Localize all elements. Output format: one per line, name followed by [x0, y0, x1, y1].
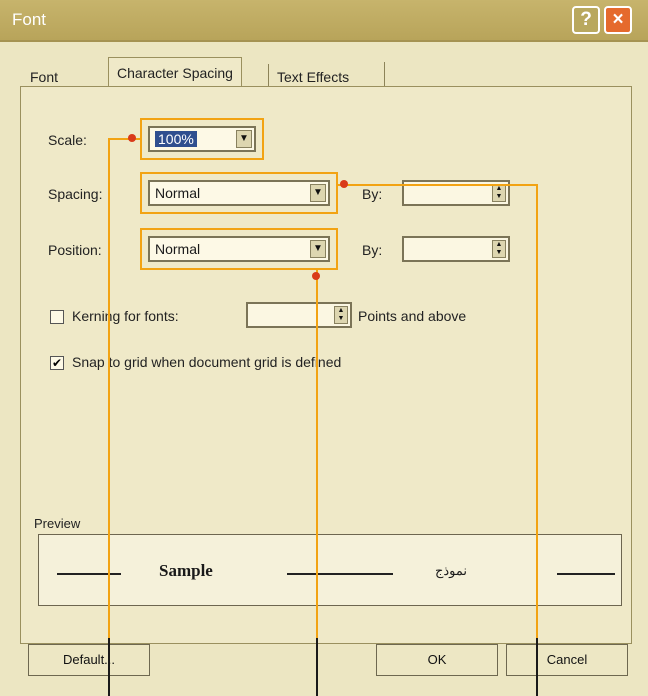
spin-down-icon[interactable]: ▼	[496, 249, 503, 256]
position-leader	[316, 270, 318, 638]
spacing-leader	[338, 184, 538, 186]
check-icon: ✔	[51, 356, 63, 370]
spin-up-icon[interactable]: ▲	[496, 185, 503, 192]
spacing-callout-dot	[340, 180, 348, 188]
kerning-suffix: Points and above	[358, 308, 467, 324]
close-button[interactable]: ×	[604, 6, 632, 34]
position-leader	[316, 638, 318, 696]
spin-down-icon[interactable]: ▼	[338, 315, 345, 322]
preview-underline	[557, 573, 615, 575]
snap-to-grid-label: Snap to grid when document grid is defin…	[72, 354, 342, 370]
scale-label: Scale:	[48, 132, 87, 148]
kerning-label: Kerning for fonts:	[72, 308, 179, 324]
default-button[interactable]: Default...	[28, 644, 150, 676]
ok-button[interactable]: OK	[376, 644, 498, 676]
spinner-icon[interactable]: ▲ ▼	[334, 306, 348, 324]
spin-down-icon[interactable]: ▼	[496, 193, 503, 200]
position-highlight	[140, 228, 338, 270]
preview-latin-sample: Sample	[159, 561, 213, 580]
cancel-button[interactable]: Cancel	[506, 644, 628, 676]
help-icon: ?	[580, 9, 592, 30]
tab-character-spacing[interactable]: Character Spacing	[108, 57, 242, 88]
spin-up-icon[interactable]: ▲	[496, 241, 503, 248]
scale-leader	[108, 138, 110, 638]
spinner-icon[interactable]: ▲ ▼	[492, 240, 506, 258]
position-by-label: By:	[362, 242, 383, 258]
preview-underline	[57, 573, 121, 575]
spacing-leader	[536, 184, 538, 638]
spacing-leader	[536, 638, 538, 696]
spacing-label: Spacing:	[48, 186, 103, 202]
spacing-by-label: By:	[362, 186, 383, 202]
close-icon: ×	[612, 9, 624, 30]
help-button[interactable]: ?	[572, 6, 600, 34]
position-by-stepper[interactable]: ▲ ▼	[402, 236, 510, 262]
preview-label: Preview	[34, 516, 81, 531]
dialog-title: Font	[12, 10, 47, 29]
spinner-icon[interactable]: ▲ ▼	[492, 184, 506, 202]
snap-to-grid-checkbox[interactable]: ✔	[50, 356, 64, 370]
spin-up-icon[interactable]: ▲	[338, 307, 345, 314]
title-bar: Font ? ×	[0, 0, 648, 42]
scale-highlight	[140, 118, 264, 160]
spacing-highlight	[140, 172, 338, 214]
kerning-checkbox[interactable]	[50, 310, 64, 324]
position-label: Position:	[48, 242, 102, 258]
position-callout-dot	[312, 272, 320, 280]
kerning-stepper[interactable]: ▲ ▼	[246, 302, 352, 328]
preview-box: Sample نموذج	[38, 534, 622, 606]
preview-arabic-sample: نموذج	[435, 563, 468, 578]
scale-callout-dot	[128, 134, 136, 142]
scale-leader	[108, 638, 110, 696]
preview-underline	[287, 573, 393, 575]
tab-divider	[384, 62, 385, 88]
